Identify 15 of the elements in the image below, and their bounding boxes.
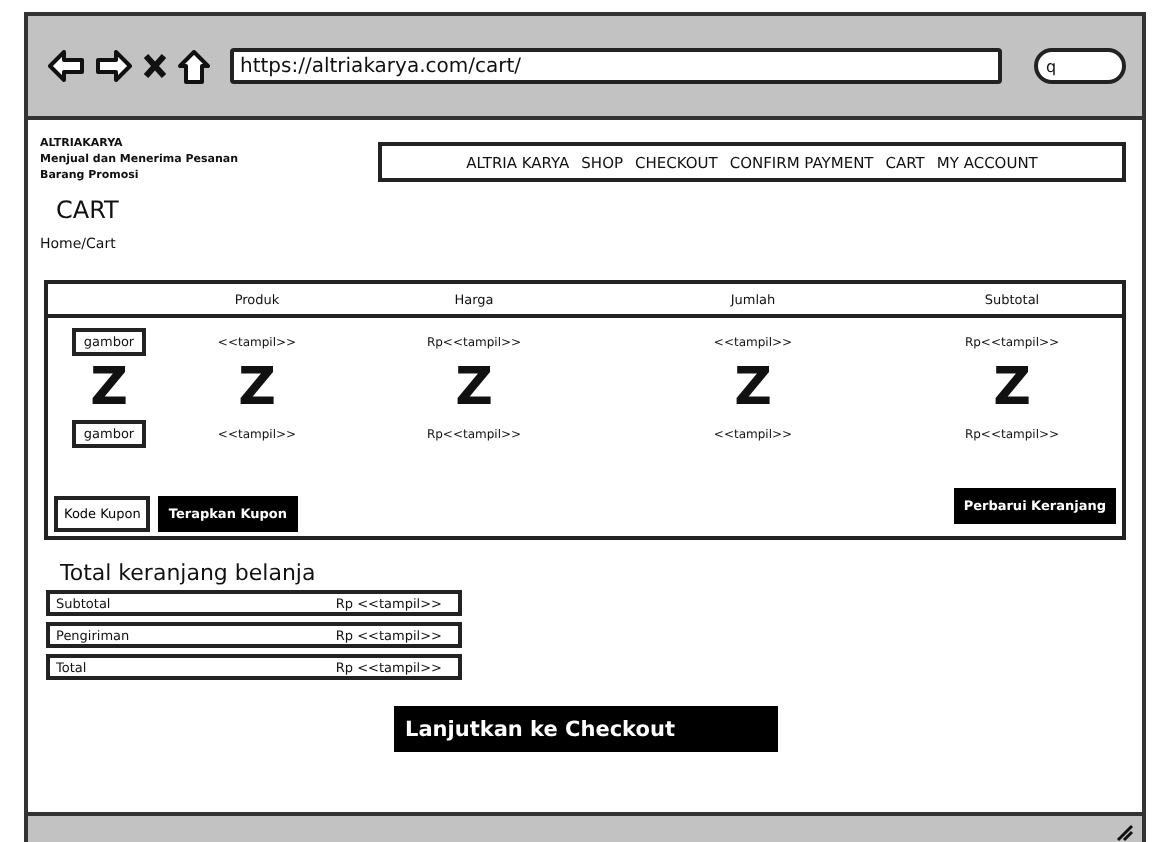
back-icon[interactable]	[48, 50, 84, 82]
search-field[interactable]: q	[1034, 48, 1126, 84]
placeholder-glyph: Z	[993, 360, 1031, 416]
placeholder-glyph: Z	[90, 360, 128, 416]
close-icon[interactable]	[144, 54, 166, 78]
checkout-button[interactable]: Lanjutkan ke Checkout	[393, 706, 777, 752]
page-title: CART	[56, 196, 121, 224]
address-bar[interactable]: https://altriakarya.com/cart/	[230, 48, 1002, 84]
totals-title: Total keranjang belanja	[60, 564, 318, 584]
placeholder-glyph: Z	[455, 360, 493, 416]
placeholder-glyph: Z	[734, 360, 772, 416]
home-icon[interactable]	[178, 49, 210, 83]
resize-grip-icon[interactable]	[1116, 823, 1134, 841]
forward-icon[interactable]	[96, 50, 132, 82]
placeholder-glyph: Z	[238, 360, 276, 416]
